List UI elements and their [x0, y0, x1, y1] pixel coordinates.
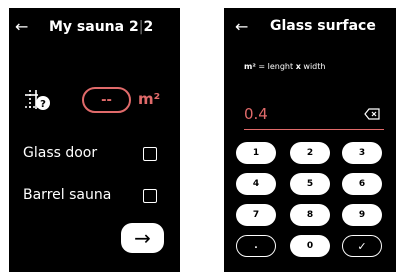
key-4[interactable]: 4 [236, 173, 276, 195]
formula-text: = lenght [255, 62, 296, 71]
glass-door-label: Glass door [23, 145, 98, 161]
key-5[interactable]: 5 [290, 173, 330, 195]
formula-hint: m² = lenght x width [244, 62, 325, 71]
next-button[interactable]: → [121, 223, 164, 253]
back-button[interactable]: ← [15, 19, 28, 35]
confirm-check-icon[interactable]: ✓ [342, 235, 382, 257]
key-3[interactable]: 3 [342, 142, 382, 164]
key-0[interactable]: 0 [290, 235, 330, 257]
area-unit: m² [138, 90, 161, 108]
glass-surface-screen: ← Glass surface m² = lenght x width 0.4 … [224, 8, 396, 272]
formula-unit: m² [244, 62, 256, 71]
arrow-right-icon: → [134, 226, 151, 250]
key-2[interactable]: 2 [290, 142, 330, 164]
barrel-sauna-checkbox[interactable] [143, 189, 157, 203]
value-underline [244, 129, 384, 130]
key-1[interactable]: 1 [236, 142, 276, 164]
page-title: My sauna 2|2 [49, 19, 153, 35]
barrel-sauna-label: Barrel sauna [23, 187, 112, 203]
title-text: My sauna 2 [49, 19, 139, 35]
area-unknown-icon[interactable]: ? [24, 89, 50, 113]
value-display: 0.4 [244, 105, 268, 123]
key-decimal[interactable]: . [236, 235, 276, 257]
formula-text-end: width [300, 62, 326, 71]
glass-door-checkbox[interactable] [143, 147, 157, 161]
key-8[interactable]: 8 [290, 204, 330, 226]
svg-text:?: ? [40, 99, 46, 110]
page-title: Glass surface [270, 18, 376, 34]
key-7[interactable]: 7 [236, 204, 276, 226]
area-value: -- [101, 92, 112, 108]
back-button[interactable]: ← [235, 19, 248, 35]
title-total: 2 [143, 19, 154, 35]
area-input[interactable]: -- [82, 87, 131, 113]
backspace-icon[interactable] [364, 108, 380, 120]
key-6[interactable]: 6 [342, 173, 382, 195]
key-9[interactable]: 9 [342, 204, 382, 226]
sauna-settings-screen: ← My sauna 2|2 ? -- m² Glass door Barrel… [9, 8, 180, 272]
